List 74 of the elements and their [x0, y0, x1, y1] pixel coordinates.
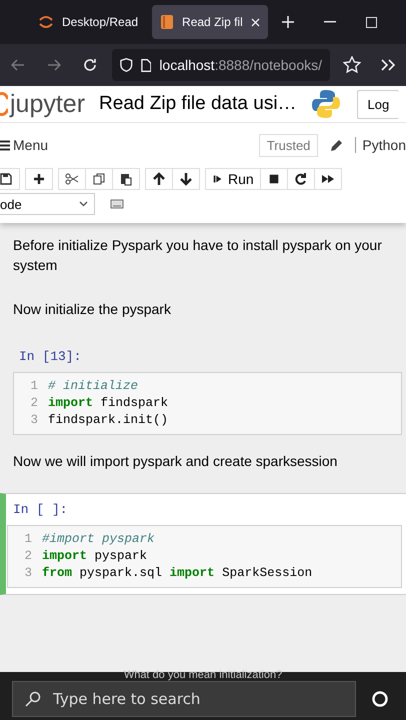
scissors-icon: [65, 172, 79, 186]
book-icon: [160, 14, 174, 30]
code-line: import pyspark: [42, 548, 148, 565]
code-line: #import pyspark: [42, 531, 155, 548]
copy-icon: [92, 172, 106, 186]
line-number: 1: [23, 531, 33, 548]
insert-cell-button[interactable]: [25, 168, 53, 190]
shield-icon: [120, 57, 133, 73]
trusted-indicator[interactable]: Trusted: [258, 134, 318, 156]
markdown-text: Now we will import pyspark and create sparksession: [13, 452, 338, 471]
page-icon: [140, 58, 152, 72]
code-line: findspark.init(): [48, 412, 168, 429]
clipboard-icon: [119, 172, 133, 186]
fast-forward-icon: [320, 172, 335, 186]
logout-button[interactable]: Log: [356, 90, 400, 118]
cell-prompt: In [13]:: [19, 349, 82, 364]
python-logo-icon: [310, 89, 341, 119]
subtitle-caption: What do you mean initialization?: [122, 669, 284, 681]
save-button[interactable]: [0, 168, 20, 190]
line-number: 2: [23, 548, 33, 565]
cell-prompt: In [ ]:: [13, 502, 69, 517]
address-bar[interactable]: localhost:8888/notebooks/: [112, 49, 330, 81]
url-text: localhost:8888/notebooks/: [159, 57, 322, 73]
overflow-icon[interactable]: [381, 59, 395, 71]
star-icon[interactable]: [343, 56, 361, 74]
line-number: 3: [29, 412, 39, 429]
notebook-title[interactable]: Read Zip file data usi…: [99, 93, 297, 115]
new-tab-icon[interactable]: [282, 16, 294, 28]
restart-icon: [294, 172, 308, 186]
arrow-down-icon: [179, 172, 193, 186]
line-number: 1: [29, 378, 39, 395]
code-line: from pyspark.sql import SparkSession: [42, 565, 312, 582]
back-icon[interactable]: [11, 59, 25, 71]
code-line: # initialize: [48, 378, 138, 395]
code-cell[interactable]: In [ ]: 1 #import pyspark 2 import pyspark 3 from pyspark.sql import SparkSession: [0, 493, 406, 595]
floppy-icon: [0, 172, 13, 186]
stop-icon: [268, 173, 280, 185]
maximize-icon[interactable]: [366, 16, 377, 28]
arrow-up-icon: [152, 172, 166, 186]
forward-icon[interactable]: [47, 59, 61, 71]
paste-button[interactable]: [112, 168, 140, 190]
copy-button[interactable]: [85, 168, 113, 190]
markdown-text: Now initialize the pyspark: [13, 300, 172, 319]
cell-type-dropdown[interactable]: ode: [0, 193, 95, 215]
cortana-icon[interactable]: [372, 691, 388, 707]
menu-icon[interactable]: [0, 140, 10, 150]
stop-button[interactable]: [260, 168, 288, 190]
minimize-icon[interactable]: [324, 21, 336, 23]
close-icon[interactable]: [250, 18, 260, 26]
reload-icon[interactable]: [83, 58, 97, 72]
pencil-icon[interactable]: [330, 138, 344, 152]
code-line: import findspark: [48, 395, 168, 412]
run-button[interactable]: Run: [205, 168, 261, 190]
plus-icon: [32, 172, 46, 186]
search-field[interactable]: Type here to search: [12, 681, 356, 717]
browser-tab[interactable]: Read Zip fil: [152, 5, 268, 39]
restart-button[interactable]: [286, 168, 315, 190]
kernel-name: Python: [355, 137, 406, 153]
keyboard-icon: [110, 197, 124, 211]
code-input[interactable]: 1 #import pyspark 2 import pyspark 3 from pyspark.sql import SparkSession: [7, 525, 402, 588]
code-input[interactable]: 1 # initialize 2 import findspark 3 findspark.init(): [13, 372, 402, 435]
markdown-text: Before initialize Pyspark you have to install pyspark on your system: [13, 236, 383, 275]
code-cell[interactable]: In [13]: 1 # initialize 2 import findspark 3 findspark.init(): [0, 341, 406, 439]
line-number: 3: [23, 565, 33, 582]
cut-button[interactable]: [58, 168, 86, 190]
chevron-down-icon: [79, 201, 88, 207]
run-all-button[interactable]: [314, 168, 342, 190]
jupyter-logo-icon: [38, 14, 54, 30]
line-number: 2: [29, 395, 39, 412]
move-up-button[interactable]: [145, 168, 173, 190]
browser-tab[interactable]: Desktop/Read: [30, 5, 146, 39]
move-down-button[interactable]: [172, 168, 200, 190]
menu-button[interactable]: Menu: [13, 137, 48, 153]
jupyter-logo-text: jupyter: [10, 90, 86, 118]
